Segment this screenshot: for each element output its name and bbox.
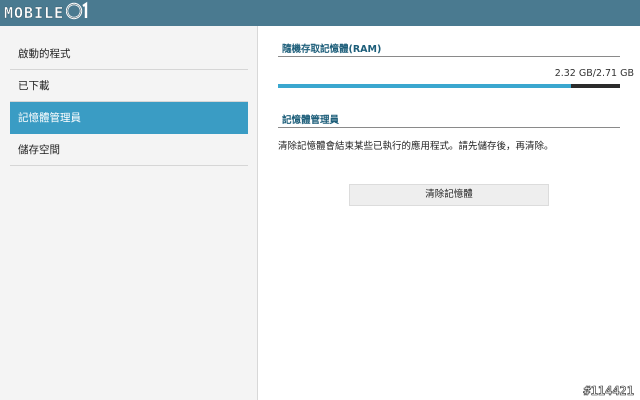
sidebar-item-memory-manager[interactable]: 記憶體管理員 xyxy=(10,102,248,134)
main-panel: 隨機存取記憶體(RAM) 2.32 GB/2.71 GB 記憶體管理員 清除記憶… xyxy=(258,26,640,400)
sidebar-item-downloaded[interactable]: 已下載 xyxy=(10,70,248,102)
app-header: MOBILE xyxy=(0,0,640,26)
sidebar-item-running-apps[interactable]: 啟動的程式 xyxy=(10,38,248,70)
section-divider xyxy=(278,127,620,128)
section-divider xyxy=(278,56,620,57)
mobile01-logo: MOBILE xyxy=(4,1,90,25)
ram-section-title: 隨機存取記憶體(RAM) xyxy=(282,44,382,55)
sidebar-item-label: 已下載 xyxy=(18,80,50,92)
memory-manager-section-title: 記憶體管理員 xyxy=(282,115,340,126)
sidebar: 啟動的程式 已下載 記憶體管理員 儲存空間 xyxy=(0,26,258,400)
logo-text: MOBILE xyxy=(4,4,65,22)
ram-usage-value: 2.32 GB/2.71 GB xyxy=(554,68,634,79)
image-id-watermark: #114421 xyxy=(583,384,634,399)
sidebar-item-label: 儲存空間 xyxy=(18,144,60,156)
clear-memory-button[interactable]: 清除記憶體 xyxy=(349,184,549,206)
sidebar-item-label: 記憶體管理員 xyxy=(18,112,81,124)
sidebar-item-label: 啟動的程式 xyxy=(18,48,71,60)
memory-manager-description: 清除記憶體會結束某些已執行的應用程式。請先儲存後，再清除。 xyxy=(278,141,554,152)
mobile01-01-icon xyxy=(65,1,90,25)
ram-usage-fill xyxy=(278,84,571,88)
sidebar-item-storage[interactable]: 儲存空間 xyxy=(10,134,248,166)
ram-usage-bar xyxy=(278,84,620,88)
